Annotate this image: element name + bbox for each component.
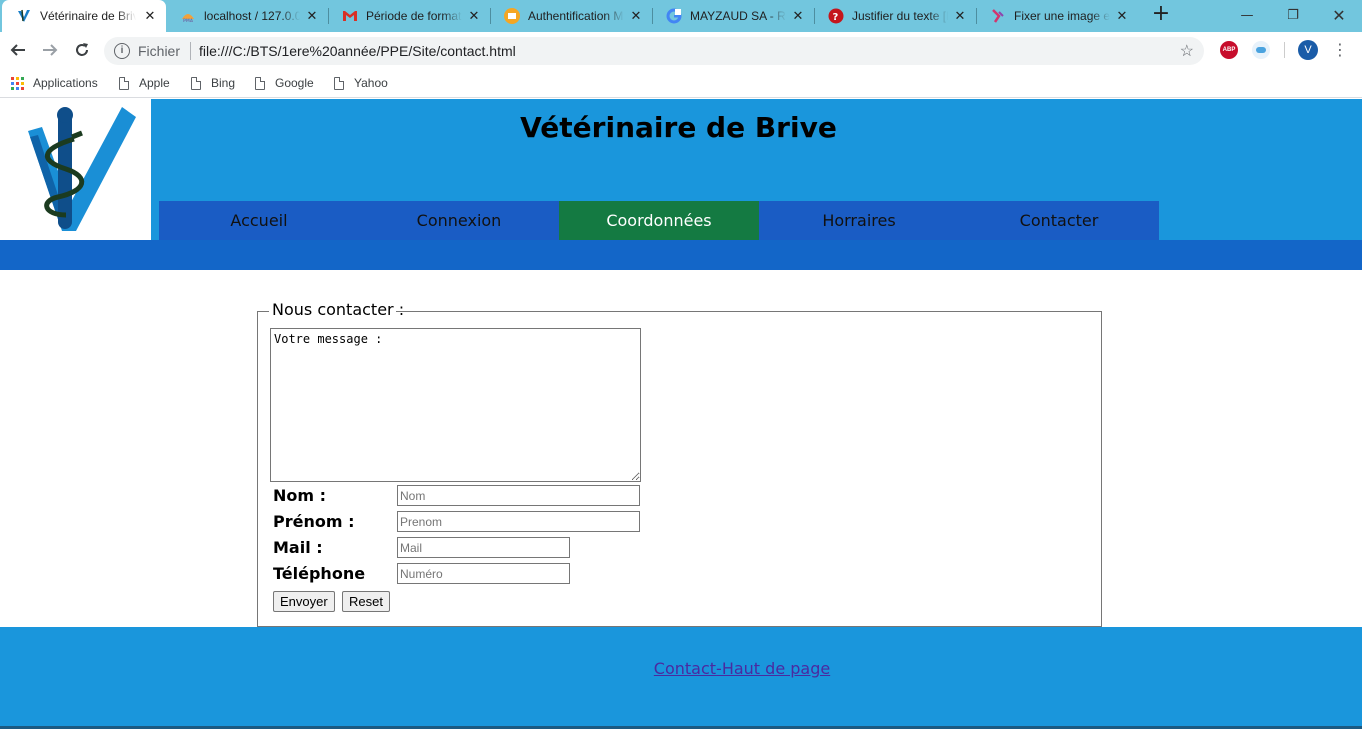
forward-icon[interactable] [38,38,62,62]
bookmark-bing[interactable]: Bing [191,74,235,92]
bookmark-google[interactable]: Google [255,74,314,92]
avatar[interactable]: V [1298,40,1318,60]
tab-localhost[interactable]: PMA localhost / 127.0.0.1 ✕ [166,0,328,32]
telephone-label: Téléphone [273,564,366,583]
tab-title: Période de formation [366,9,462,23]
minimize-icon[interactable]: — [1224,0,1270,30]
page-content: Vétérinaire de Brive Accueil Connexion C… [0,99,1362,729]
prenom-label: Prénom : [273,512,355,531]
gmail-icon [342,8,358,24]
nom-input[interactable] [397,485,640,506]
close-tab-icon[interactable]: ✕ [466,8,482,24]
telephone-input[interactable] [397,563,570,584]
tab-title: localhost / 127.0.0.1 [204,9,300,23]
star-icon[interactable]: ☆ [1180,41,1194,61]
tab-title: Authentification MS [528,9,624,23]
nav-horraires[interactable]: Horraires [759,201,959,240]
mail-label: Mail : [273,538,323,557]
close-tab-icon[interactable]: ✕ [952,8,968,24]
footer-top-link[interactable]: -Haut de page [716,659,830,678]
nav-coordonnees[interactable]: Coordonnées [559,201,759,240]
svg-text:?: ? [833,12,839,23]
tab-periode[interactable]: Période de formation ✕ [328,0,490,32]
mail-icon [504,8,520,24]
apps-grid-icon [11,76,24,90]
page-icon [119,76,129,90]
tab-strip: Vétérinaire de Brive ✕ PMA localhost / 1… [0,0,1362,32]
new-tab-icon[interactable]: + [1150,3,1172,26]
tab-mayzaud[interactable]: MAYZAUD SA - Re ✕ [652,0,814,32]
bookmark-yahoo[interactable]: Yahoo [334,74,388,92]
bookmark-label: Apple [139,76,170,90]
bookmark-label: Bing [211,76,236,90]
nav-contacter[interactable]: Contacter [959,201,1159,240]
url-text[interactable]: file:///C:/BTS/1ere%20année/PPE/Site/con… [199,43,516,59]
close-tab-icon[interactable]: ✕ [1114,8,1130,24]
bookmark-label: Applications [33,76,98,90]
bookmark-label: Yahoo [354,76,388,90]
message-textarea[interactable]: Votre message : [270,328,641,482]
svg-text:PMA: PMA [183,18,194,23]
close-window-icon[interactable]: ✕ [1316,0,1362,30]
bookmark-label: Google [275,76,314,90]
info-icon[interactable]: i [114,43,130,59]
nav-connexion[interactable]: Connexion [359,201,559,240]
header-band [0,240,1362,270]
footer-links: Contact-Haut de page [0,659,1362,678]
reload-icon[interactable] [70,38,94,62]
google-icon [666,8,682,24]
bookmark-apple[interactable]: Apple [119,74,170,92]
tab-authentification[interactable]: Authentification MS ✕ [490,0,652,32]
prenom-input[interactable] [397,511,640,532]
close-tab-icon[interactable]: ✕ [628,8,644,24]
cloud-icon[interactable] [1252,41,1270,59]
site-logo [0,99,151,240]
back-icon[interactable] [6,38,30,62]
close-tab-icon[interactable]: ✕ [142,8,158,24]
vet-logo-icon [16,8,32,24]
nav-accueil[interactable]: Accueil [159,201,359,240]
bookmarks-bar: Applications Apple Bing Google Yahoo [0,68,1362,98]
phpmyadmin-icon: PMA [180,8,196,24]
tab-veterinaire[interactable]: Vétérinaire de Brive ✕ [2,0,166,32]
bookmark-applications[interactable]: Applications [11,74,98,92]
page-icon [255,76,265,90]
scheme-label: Fichier [138,43,181,59]
submit-button[interactable]: Envoyer [273,591,335,612]
tab-title: MAYZAUD SA - Re [690,9,786,23]
footer-contact-link[interactable]: Contact [654,659,716,678]
page-icon [334,76,344,90]
question-icon: ? [828,8,844,24]
nom-label: Nom : [273,486,327,505]
close-tab-icon[interactable]: ✕ [790,8,806,24]
reset-button[interactable]: Reset [342,591,390,612]
tab-title: Justifier du texte [F [852,9,948,23]
close-tab-icon[interactable]: ✕ [304,8,320,24]
bookmark-icon [990,8,1006,24]
site-header: Vétérinaire de Brive Accueil Connexion C… [0,99,1362,240]
tab-title: Vétérinaire de Brive [40,9,136,23]
tab-justifier[interactable]: ? Justifier du texte [F ✕ [814,0,976,32]
contact-legend: Nous contacter : [272,300,405,319]
mail-input[interactable] [397,537,570,558]
tab-fixer-image[interactable]: Fixer une image en ✕ [976,0,1138,32]
tab-title: Fixer une image en [1014,9,1110,23]
browser-toolbar: i Fichier file:///C:/BTS/1ere%20année/PP… [0,32,1362,68]
adblock-icon[interactable]: ABP [1220,41,1238,59]
site-footer: Contact-Haut de page [0,627,1362,729]
address-bar[interactable]: i Fichier file:///C:/BTS/1ere%20année/PP… [104,37,1204,65]
more-menu-icon[interactable]: ⋮ [1332,40,1348,60]
page-icon [191,76,201,90]
site-title: Vétérinaire de Brive [520,111,837,144]
restore-icon[interactable]: ❐ [1270,0,1316,30]
main-nav: Accueil Connexion Coordonnées Horraires … [159,201,1159,240]
